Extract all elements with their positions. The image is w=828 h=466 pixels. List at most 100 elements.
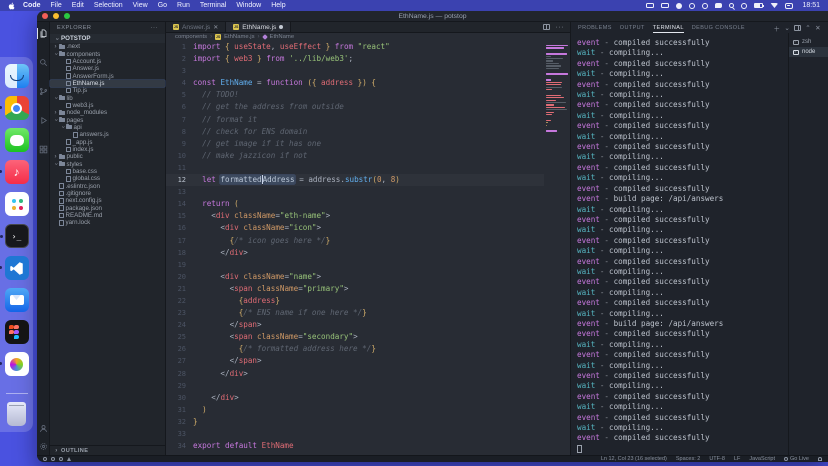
tree-item-answerform-js[interactable]: AnswerForm.js (50, 72, 165, 79)
eol-status[interactable]: LF (734, 456, 740, 462)
minimap[interactable] (544, 41, 570, 455)
mail-dock-icon[interactable] (5, 288, 29, 312)
menu-item-file[interactable]: File (46, 2, 67, 9)
tree-item-answer-js[interactable]: Answer.js (50, 65, 165, 72)
menu-item-view[interactable]: View (128, 2, 153, 9)
messages-dock-icon[interactable] (5, 128, 29, 152)
menu-item-go[interactable]: Go (153, 2, 172, 9)
wifi-icon[interactable] (770, 3, 778, 8)
menu-item-run[interactable]: Run (172, 2, 195, 9)
menu-item-terminal[interactable]: Terminal (195, 2, 231, 9)
tree-item-answers-js[interactable]: answers.js (50, 131, 165, 138)
menu-item-code[interactable]: Code (18, 2, 46, 9)
panel-tab-debug-console[interactable]: DEBUG CONSOLE (692, 22, 745, 33)
menu-item-help[interactable]: Help (266, 2, 290, 9)
panel-tab-terminal[interactable]: TERMINAL (653, 22, 684, 33)
editor-more-actions-icon[interactable]: ··· (556, 24, 565, 31)
terminal-picker-chevron-icon[interactable]: ⌄ (784, 24, 790, 32)
close-tab-icon[interactable]: ✕ (213, 24, 218, 31)
tree-item-yarn-lock[interactable]: yarn.lock (50, 219, 165, 226)
run-debug-icon[interactable] (37, 115, 50, 126)
close-panel-icon[interactable]: ✕ (815, 24, 821, 32)
window-title-bar[interactable]: EthName.js — potstop (37, 11, 828, 22)
battery-icon[interactable] (754, 3, 763, 8)
apple-menu-icon[interactable] (8, 2, 16, 10)
panel-tab-output[interactable]: OUTPUT (620, 22, 645, 33)
split-terminal-icon[interactable] (794, 25, 801, 31)
camera-icon[interactable] (702, 3, 708, 9)
tree-item-index-js[interactable]: index.js (50, 146, 165, 153)
tree-item--next[interactable]: ›.next (50, 43, 165, 50)
terminal-dock-icon[interactable]: ›_ (5, 224, 29, 248)
trash-dock-icon[interactable] (7, 402, 26, 426)
breadcrumb[interactable]: components›JSEthName.js›EthName (166, 33, 570, 41)
extensions-icon[interactable] (37, 144, 50, 155)
tree-item-global-css[interactable]: global.css (50, 175, 165, 182)
tab-answer-js[interactable]: JSAnswer.js✕ (166, 22, 226, 32)
panel-tab-problems[interactable]: PROBLEMS (578, 22, 612, 33)
tree-item-node-modules[interactable]: ›node_modules (50, 109, 165, 116)
tree-item-pages[interactable]: ›pages (50, 116, 165, 123)
modified-dot-icon[interactable] (279, 25, 283, 29)
warnings-icon[interactable] (67, 457, 71, 461)
tree-item-public[interactable]: ›public (50, 153, 165, 160)
close-window-button[interactable] (42, 13, 48, 19)
breadcrumb-item[interactable]: EthName.js (224, 34, 254, 40)
tree-item-api[interactable]: ›api (50, 124, 165, 131)
branch-icon[interactable] (51, 457, 55, 461)
screen-record-icon[interactable] (689, 3, 695, 9)
language-mode-status[interactable]: JavaScript (749, 456, 775, 462)
go-live-button[interactable]: Go Live (784, 456, 809, 462)
menu-item-window[interactable]: Window (231, 2, 266, 9)
slack-dock-icon[interactable] (5, 192, 29, 216)
encoding-status[interactable]: UTF-8 (709, 456, 725, 462)
vscode-dock-icon[interactable] (5, 256, 29, 280)
minimize-window-button[interactable] (53, 13, 59, 19)
siri-icon[interactable] (741, 3, 747, 9)
notification-bubble-icon[interactable] (715, 3, 722, 9)
split-editor-icon[interactable] (543, 24, 550, 30)
settings-icon[interactable] (37, 441, 50, 452)
do-not-disturb-icon[interactable] (676, 3, 682, 9)
control-center-icon[interactable] (785, 3, 793, 9)
menu-item-selection[interactable]: Selection (89, 2, 128, 9)
errors-icon[interactable] (59, 457, 63, 461)
tree-item--app-js[interactable]: _app.js (50, 138, 165, 145)
terminal-instance-node[interactable]: ›node (789, 47, 828, 57)
code-area[interactable]: 1import { useState, useEffect } from "re… (166, 41, 544, 455)
menu-bar-clock[interactable]: 18:51 (800, 2, 820, 9)
tree-item-tip-js[interactable]: Tip.js (50, 87, 165, 94)
tree-item-account-js[interactable]: Account.js (50, 58, 165, 65)
keyboard-icon[interactable] (661, 3, 669, 8)
zoom-window-button[interactable] (64, 13, 70, 19)
unknown-dock-icon[interactable] (5, 352, 29, 376)
workspace-root-row[interactable]: › POTSTOP (50, 34, 165, 43)
tree-item-web3-js[interactable]: web3.js (50, 102, 165, 109)
finder-dock-icon[interactable] (5, 64, 29, 88)
menu-item-edit[interactable]: Edit (67, 2, 89, 9)
stage-manager-icon[interactable] (646, 3, 654, 8)
maximize-panel-icon[interactable]: ⌃ (805, 24, 811, 32)
explorer-icon[interactable] (37, 28, 50, 39)
breadcrumb-item[interactable]: components (175, 34, 207, 40)
chrome-dock-icon[interactable] (5, 96, 29, 120)
tree-item-readme-md[interactable]: README.md (50, 212, 165, 219)
terminal-instance-zsh[interactable]: ›zsh (789, 37, 828, 47)
figma-dock-icon[interactable] (5, 320, 29, 344)
tree-item-components[interactable]: ›components (50, 50, 165, 57)
notifications-bell-icon[interactable] (818, 457, 822, 461)
breadcrumb-item[interactable]: EthName (270, 34, 295, 40)
tree-item--gitignore[interactable]: .gitignore (50, 190, 165, 197)
explorer-more-actions-icon[interactable]: ··· (151, 25, 159, 31)
source-control-icon[interactable] (37, 86, 50, 97)
tree-item--eslintrc-json[interactable]: .eslintrc.json (50, 183, 165, 190)
tree-item-next-config-js[interactable]: next.config.js (50, 197, 165, 204)
tree-item-base-css[interactable]: base.css (50, 168, 165, 175)
tree-item-ethname-js[interactable]: EthName.js (50, 80, 165, 87)
tab-ethname-js[interactable]: JSEthName.js (226, 22, 291, 32)
editor-pane[interactable]: 1import { useState, useEffect } from "re… (166, 41, 570, 455)
terminal-output[interactable]: event - compiled successfullywait - comp… (571, 33, 788, 455)
account-icon[interactable] (37, 423, 50, 434)
tree-item-lib[interactable]: ›lib (50, 94, 165, 101)
search-icon[interactable] (37, 57, 50, 68)
